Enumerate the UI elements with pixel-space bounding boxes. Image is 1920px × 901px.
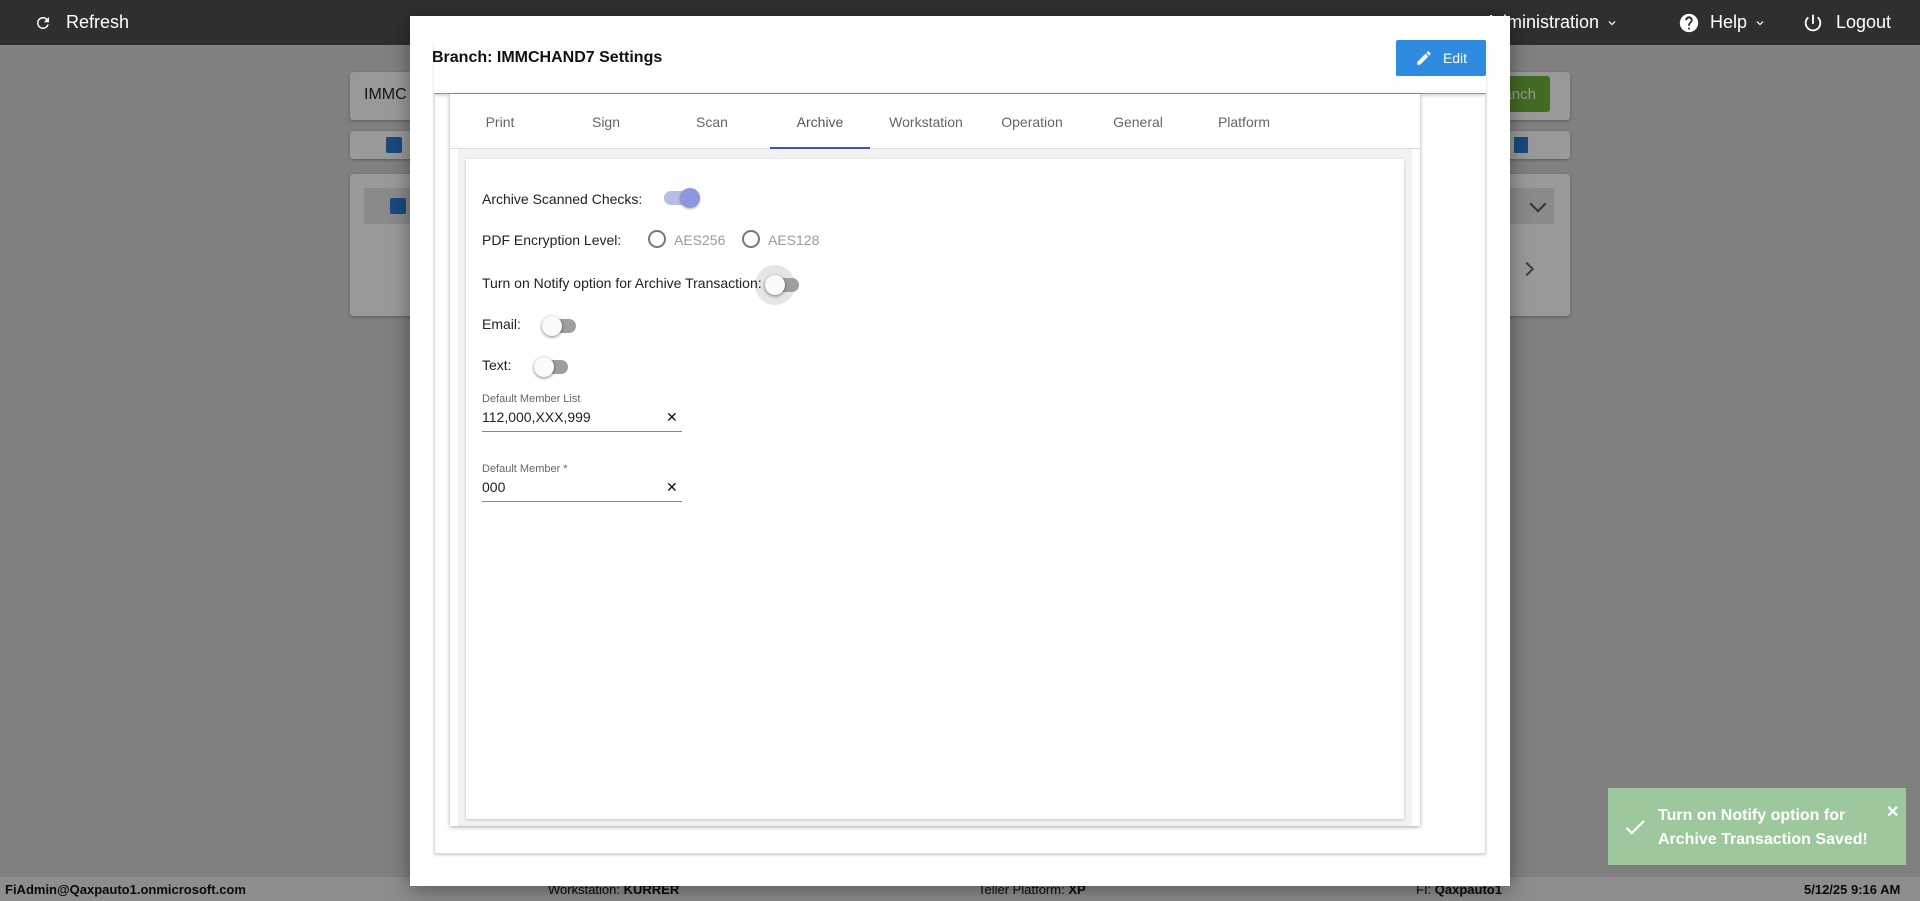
tab-archive[interactable]: Archive	[770, 94, 870, 149]
aes256-radio[interactable]	[648, 230, 666, 248]
modal-title: Branch: IMMCHAND7 Settings	[432, 49, 663, 66]
toggle-thumb	[680, 188, 700, 208]
success-toast: Turn on Notify option for Archive Transa…	[1608, 788, 1906, 865]
tab-platform[interactable]: Platform	[1194, 94, 1294, 149]
aes128-radio[interactable]	[742, 230, 760, 248]
archive-scanned-checks-toggle[interactable]	[664, 188, 700, 208]
toast-message: Turn on Notify option for Archive Transa…	[1658, 807, 1868, 848]
settings-tab-card: Print Sign Scan Archive Workstation Oper…	[450, 94, 1420, 826]
tab-content-area: Archive Scanned Checks: PDF Encryption L…	[458, 149, 1412, 826]
default-member-label: Default Member *	[482, 463, 568, 475]
email-label: Email:	[482, 316, 521, 332]
tab-workstation[interactable]: Workstation	[876, 94, 976, 149]
aes256-label: AES256	[674, 232, 726, 248]
branch-settings-modal: Branch: IMMCHAND7 Settings Edit Print Si…	[410, 16, 1510, 886]
toggle-thumb	[534, 357, 554, 377]
logout-label: Logout	[1836, 12, 1892, 32]
refresh-button[interactable]: Refresh	[34, 0, 129, 45]
edit-button[interactable]: Edit	[1396, 40, 1486, 76]
text-label: Text:	[482, 357, 512, 373]
field-underline	[482, 431, 682, 432]
chevron-down-icon	[1756, 20, 1764, 25]
pencil-icon	[1417, 51, 1431, 65]
default-member-list-label: Default Member List	[482, 393, 581, 405]
toggle-thumb	[765, 275, 785, 295]
aes128-label: AES128	[768, 232, 820, 248]
archive-settings-form: Archive Scanned Checks: PDF Encryption L…	[466, 159, 1404, 819]
tab-operation[interactable]: Operation	[982, 94, 1082, 149]
tab-print[interactable]: Print	[450, 94, 550, 149]
power-icon	[1804, 14, 1822, 31]
refresh-icon	[36, 16, 49, 29]
default-member-input[interactable]: 000	[482, 479, 662, 495]
notify-label: Turn on Notify option for Archive Transa…	[482, 275, 762, 291]
logout-button[interactable]: Logout	[1802, 0, 1891, 45]
pdf-encryption-label: PDF Encryption Level:	[482, 232, 622, 248]
settings-tabs: Print Sign Scan Archive Workstation Oper…	[450, 94, 1420, 149]
help-icon	[1679, 13, 1699, 32]
help-label: Help	[1710, 12, 1748, 32]
text-toggle[interactable]	[534, 357, 570, 377]
checkmark-icon	[1625, 820, 1645, 835]
archive-scanned-checks-label: Archive Scanned Checks:	[482, 191, 643, 207]
tab-general[interactable]: General	[1088, 94, 1188, 149]
close-icon[interactable]: ✕	[1886, 802, 1899, 822]
notify-toggle[interactable]	[765, 275, 801, 295]
email-toggle[interactable]	[542, 316, 578, 336]
help-menu[interactable]: Help	[1678, 0, 1767, 45]
tab-sign[interactable]: Sign	[556, 94, 656, 149]
refresh-label: Refresh	[66, 12, 130, 32]
tab-scan[interactable]: Scan	[662, 94, 762, 149]
clear-icon[interactable]: ✕	[666, 479, 678, 496]
default-member-list-input[interactable]: 112,000,XXX,999	[482, 409, 662, 425]
field-underline	[482, 501, 682, 502]
toggle-thumb	[542, 316, 562, 336]
edit-label: Edit	[1442, 50, 1468, 66]
chevron-down-icon	[1608, 20, 1616, 25]
clear-icon[interactable]: ✕	[666, 409, 678, 426]
